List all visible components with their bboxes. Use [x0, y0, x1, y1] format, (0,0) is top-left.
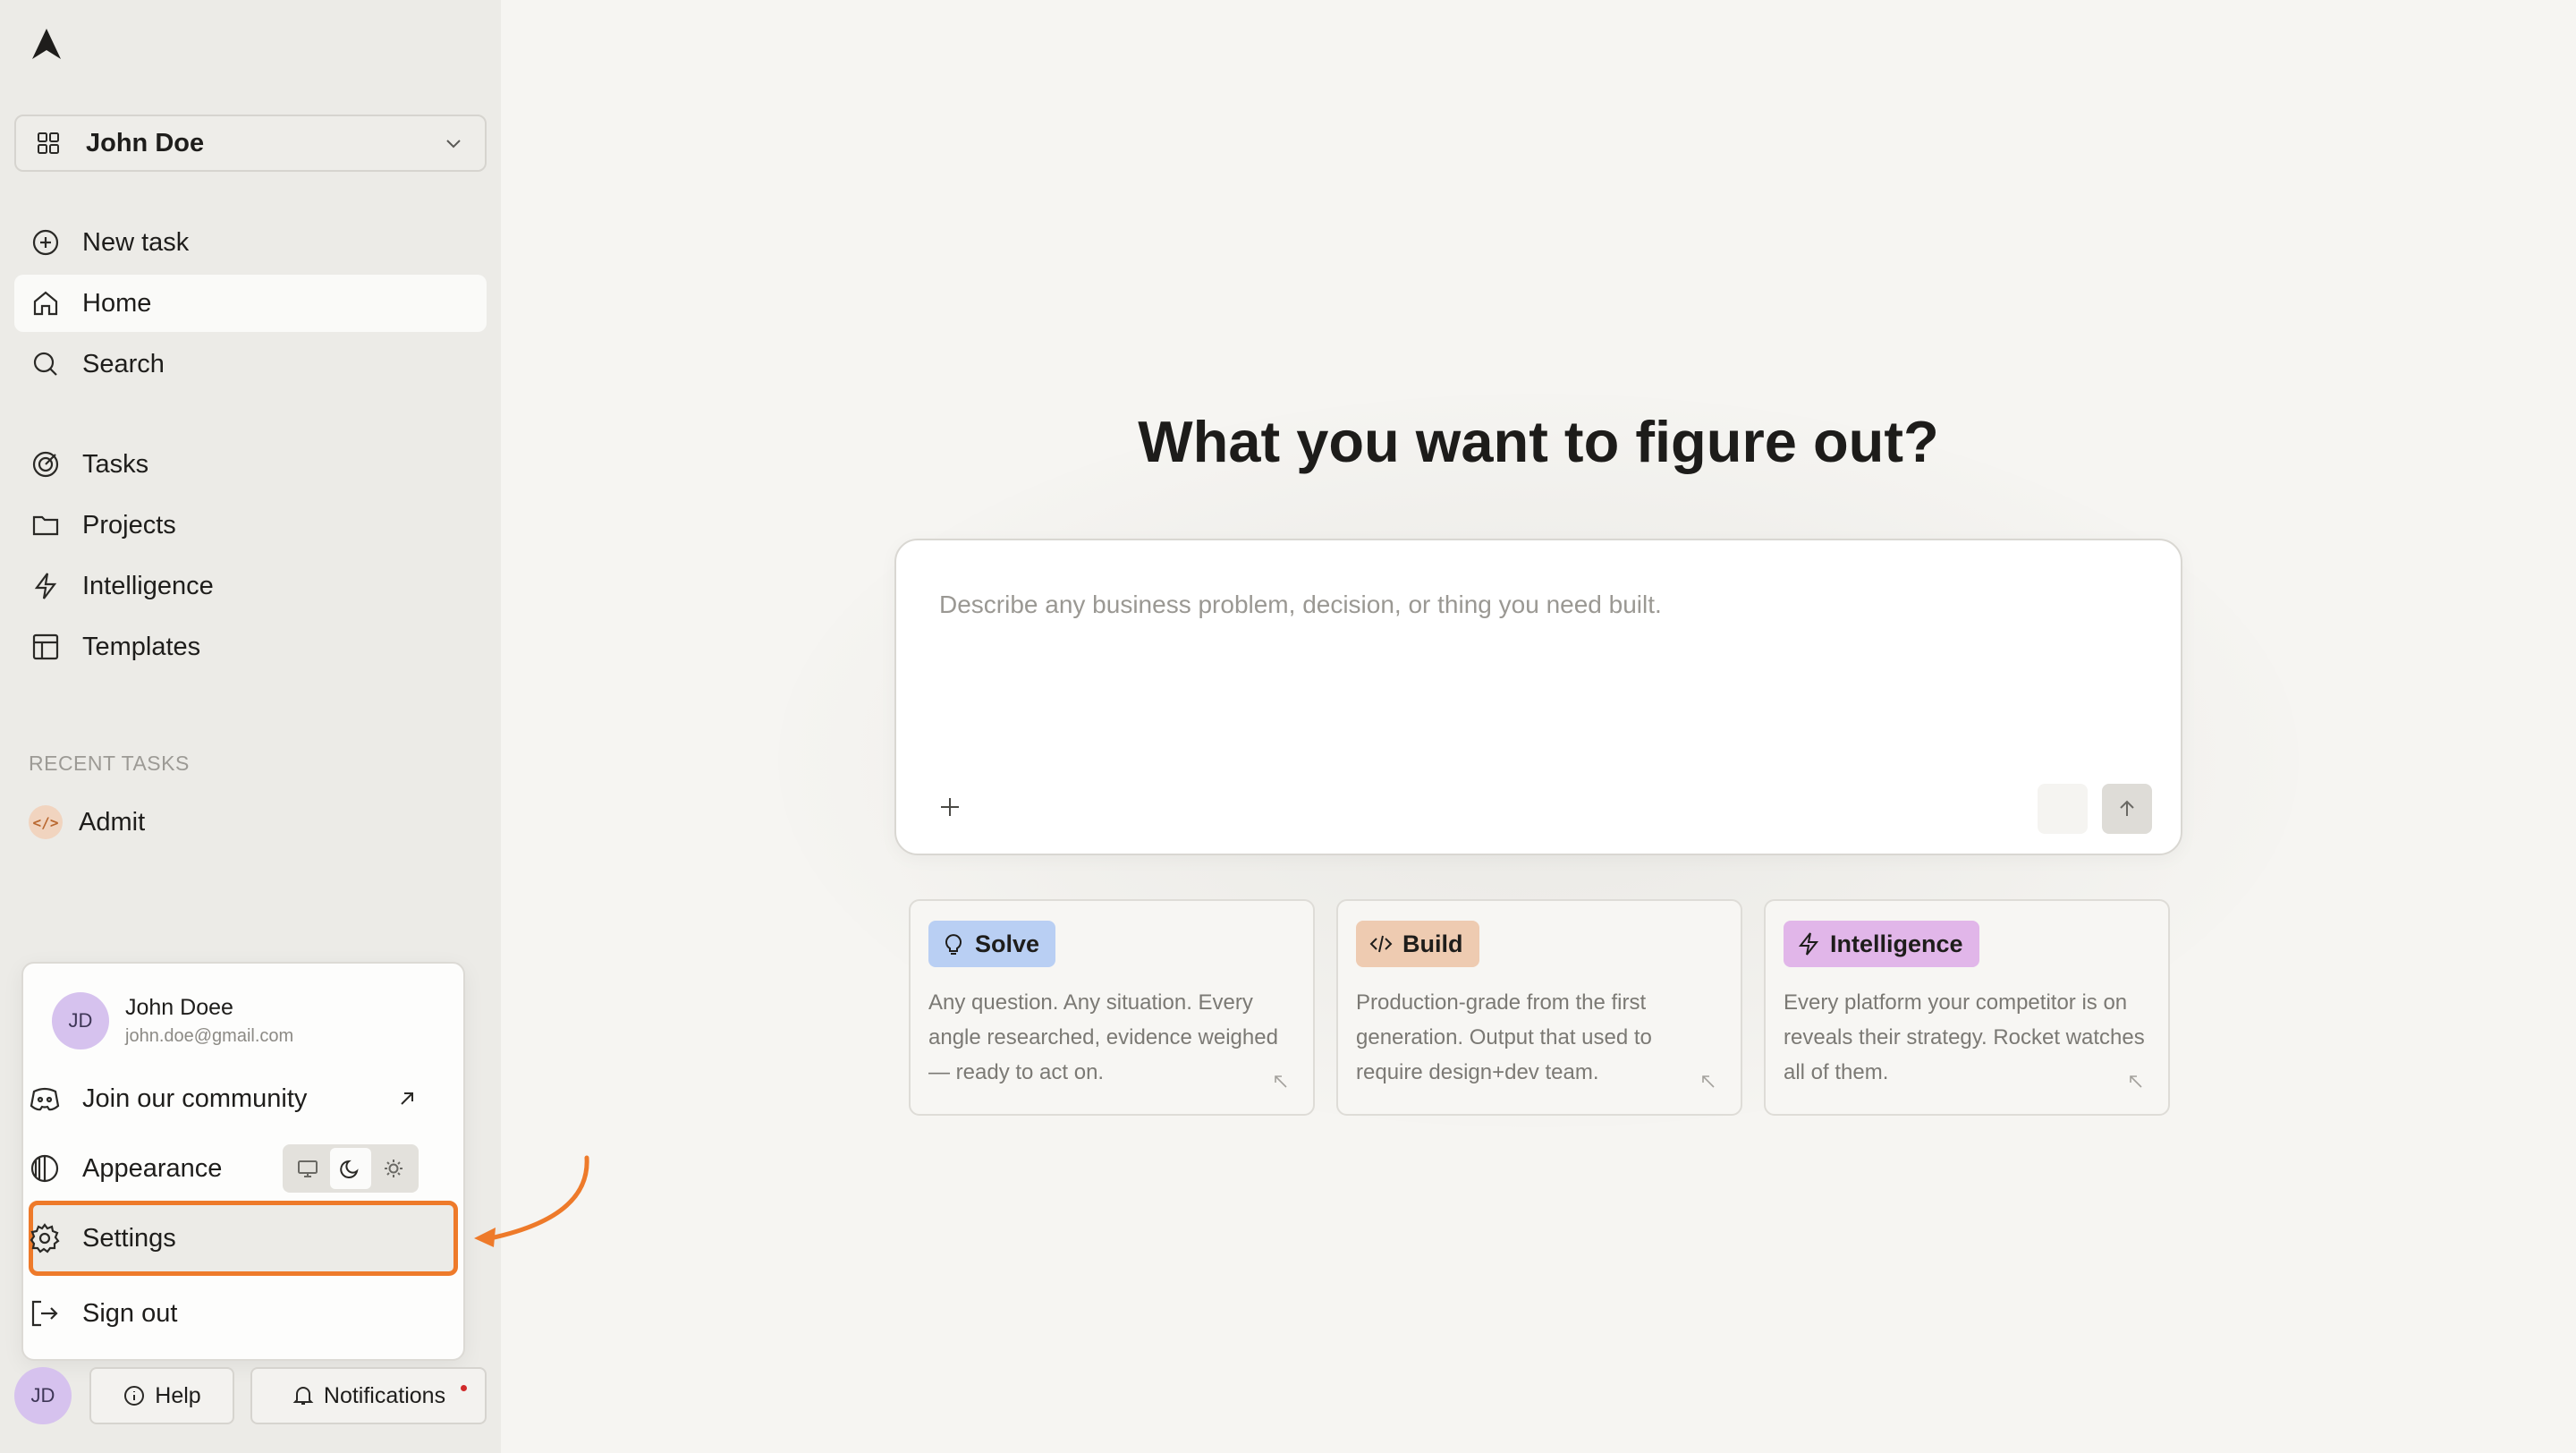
sign-out-item[interactable]: Sign out — [29, 1281, 419, 1346]
target-icon — [32, 451, 59, 478]
sign-out-icon — [31, 1300, 58, 1327]
help-button[interactable]: Help — [89, 1367, 234, 1424]
nav-home[interactable]: Home — [14, 275, 487, 332]
nav-templates[interactable]: Templates — [14, 618, 487, 676]
user-email: john.doe@gmail.com — [125, 1026, 294, 1046]
code-icon — [1369, 935, 1393, 953]
card-description: Every platform your competitor is on rev… — [1784, 990, 2145, 1084]
help-label: Help — [155, 1382, 201, 1408]
card-tag: Solve — [928, 921, 1056, 967]
recent-tasks-heading: RECENT TASKS — [29, 752, 190, 775]
nav-label: Tasks — [82, 449, 149, 479]
chevron-down-icon — [446, 140, 461, 149]
logo-icon[interactable] — [29, 27, 64, 63]
folder-icon — [32, 515, 59, 536]
arrow-up-icon — [2120, 800, 2134, 816]
card-tag-label: Solve — [975, 930, 1040, 957]
info-icon — [124, 1386, 145, 1406]
plus-circle-icon — [32, 229, 59, 256]
theme-toggle — [283, 1144, 419, 1193]
code-icon: </> — [29, 805, 63, 839]
gear-icon — [30, 1223, 60, 1253]
join-community-item[interactable]: Join our community — [29, 1066, 419, 1131]
theme-light-option[interactable] — [373, 1148, 414, 1189]
workspace-name: John Doe — [86, 128, 205, 157]
lightbulb-icon — [945, 934, 962, 955]
plus-icon[interactable] — [936, 793, 964, 821]
join-community-label: Join our community — [82, 1083, 308, 1113]
theme-dark-option[interactable] — [330, 1148, 371, 1189]
theme-system-option[interactable] — [287, 1148, 328, 1189]
nav-projects[interactable]: Projects — [14, 497, 487, 554]
nav-label: Projects — [82, 510, 176, 540]
layout-icon — [32, 633, 59, 660]
appearance-label: Appearance — [82, 1153, 223, 1183]
settings-label: Settings — [82, 1223, 176, 1253]
nav-intelligence[interactable]: Intelligence — [14, 557, 487, 615]
notifications-button[interactable]: Notifications — [250, 1367, 487, 1424]
notification-dot — [461, 1385, 467, 1391]
bolt-icon — [1798, 932, 1819, 956]
discord-icon — [30, 1087, 60, 1111]
recent-task-item[interactable]: </> Admit — [29, 805, 145, 839]
nav-label: Search — [82, 349, 165, 378]
annotation-arrow-icon — [474, 1155, 589, 1247]
home-icon — [33, 291, 58, 316]
card-tag: Build — [1356, 921, 1479, 967]
card-tag: Intelligence — [1784, 921, 1979, 967]
secondary-nav: Tasks Projects Intelligence Templates — [14, 436, 487, 679]
moon-icon — [340, 1160, 359, 1178]
account-avatar[interactable]: JD — [14, 1367, 72, 1424]
search-icon — [33, 352, 57, 376]
card-tag-label: Intelligence — [1830, 930, 1963, 957]
prompt-input[interactable]: Describe any business problem, decision,… — [939, 591, 1662, 619]
card-intelligence[interactable]: Intelligence Every platform your competi… — [1764, 899, 2170, 1116]
appearance-item: Appearance — [29, 1136, 419, 1201]
bolt-icon — [34, 573, 57, 599]
nav-label: Intelligence — [82, 571, 214, 600]
recent-task-label: Admit — [79, 807, 146, 837]
card-build[interactable]: Build Production-grade from the first ge… — [1336, 899, 1742, 1116]
avatar: JD — [52, 992, 109, 1049]
settings-item[interactable]: Settings — [29, 1206, 419, 1270]
nav-label: New task — [82, 227, 190, 257]
monitor-icon — [298, 1160, 318, 1177]
primary-nav: New task Home Search — [14, 214, 487, 396]
nav-label: Templates — [82, 632, 201, 661]
card-description: Production-grade from the first generati… — [1356, 990, 1652, 1084]
grid-icon — [38, 132, 59, 154]
card-solve[interactable]: Solve Any question. Any situation. Every… — [909, 899, 1315, 1116]
sign-out-label: Sign out — [82, 1298, 178, 1328]
external-link-icon — [401, 1092, 413, 1105]
bell-icon — [292, 1387, 314, 1405]
prompt-composer[interactable]: Describe any business problem, decision,… — [894, 539, 2182, 855]
workspace-selector[interactable]: John Doe — [14, 115, 487, 172]
notifications-label: Notifications — [323, 1382, 446, 1408]
arrow-up-left-icon — [1275, 1075, 1287, 1088]
card-tag-label: Build — [1402, 930, 1463, 957]
contrast-icon — [30, 1154, 59, 1183]
arrow-up-left-icon — [2130, 1075, 2142, 1088]
nav-label: Home — [82, 288, 152, 318]
card-description: Any question. Any situation. Every angle… — [928, 990, 1278, 1084]
page-title: What you want to figure out? — [1138, 409, 1939, 474]
sun-icon — [385, 1160, 402, 1177]
user-name: John Doee — [125, 995, 233, 1020]
mode-button[interactable] — [2038, 784, 2088, 834]
menu-user-info: JD John Doee john.doe@gmail.com — [52, 992, 293, 1049]
nav-tasks[interactable]: Tasks — [14, 436, 487, 493]
nav-new-task[interactable]: New task — [14, 214, 487, 271]
arrow-up-left-icon — [1702, 1075, 1715, 1088]
nav-search[interactable]: Search — [14, 336, 487, 393]
send-button[interactable] — [2102, 784, 2152, 834]
